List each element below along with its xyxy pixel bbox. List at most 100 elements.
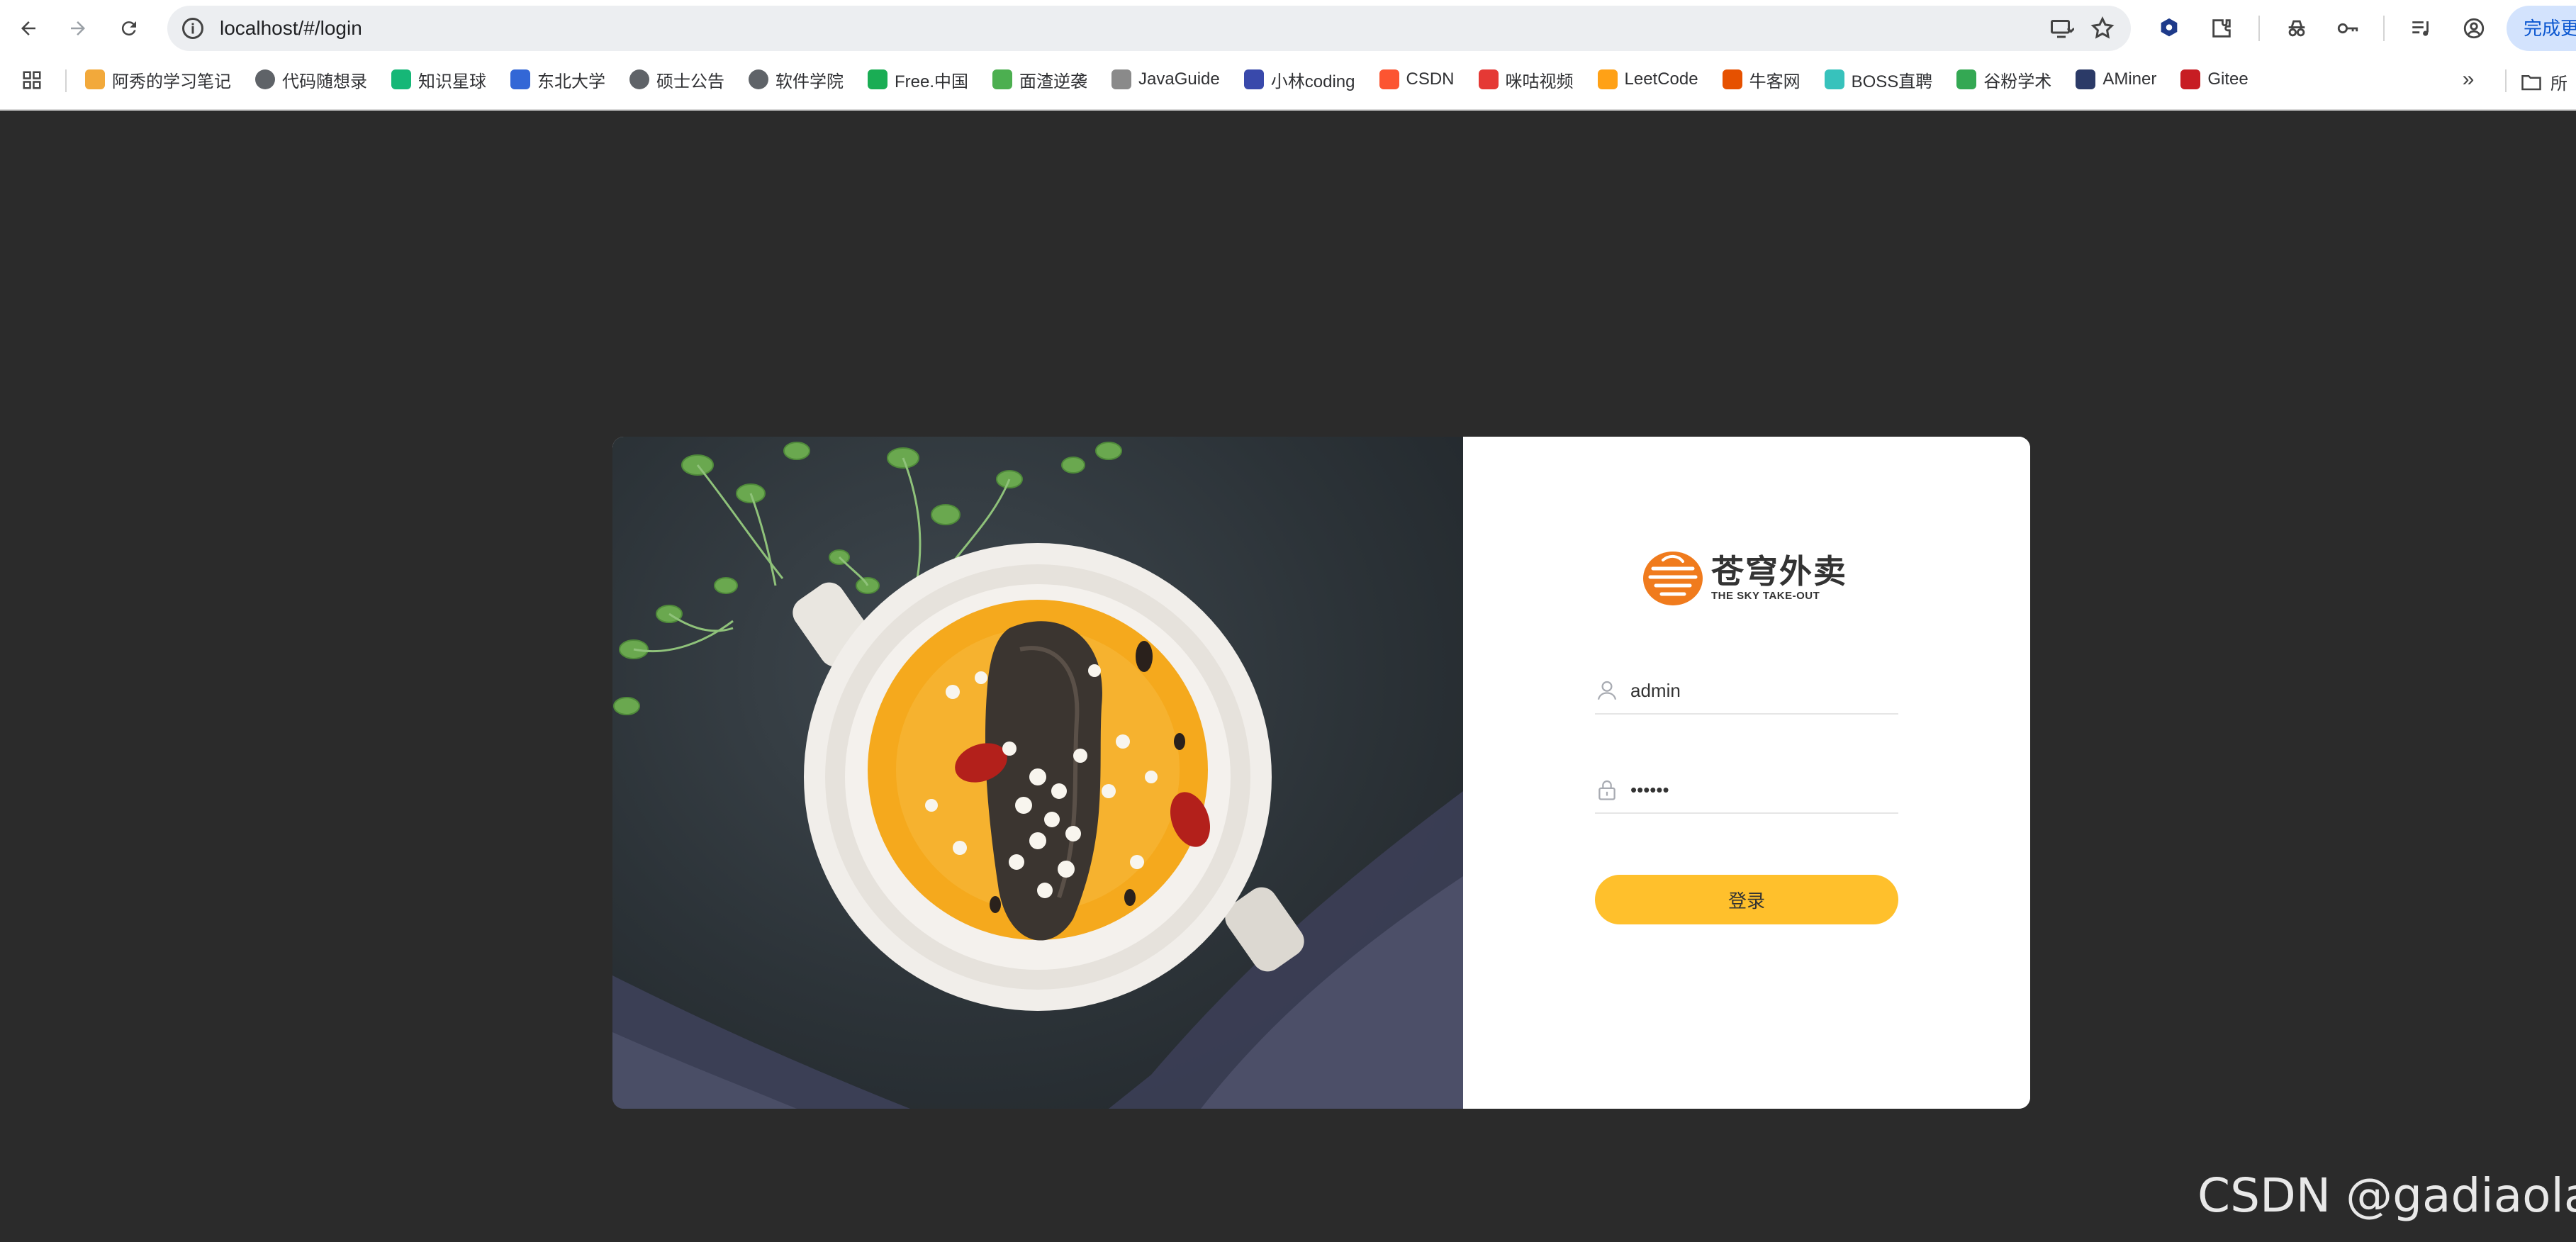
reload-button[interactable] <box>112 11 146 45</box>
guide-icon <box>1111 69 1132 89</box>
puzzle-icon <box>2212 19 2231 38</box>
update-button[interactable]: 完成更 <box>2507 6 2576 51</box>
bookmark-label: 牛客网 <box>1749 72 1801 91</box>
avatar-icon <box>992 69 1013 89</box>
apps-grid-icon[interactable] <box>21 69 43 91</box>
login-form-pane: 苍穹外卖 THE SKY TAKE-OUT 登录 <box>1463 437 2030 1109</box>
url-text[interactable]: localhost/#/login <box>220 6 362 51</box>
more-bookmarks-button[interactable]: » <box>2455 67 2481 92</box>
password-input[interactable] <box>1630 776 1893 804</box>
browser-chrome: localhost/#/login 完成更 阿秀的学习笔记 代码随想录 知识星球 东北… <box>0 0 2576 111</box>
bookmark-item[interactable]: 软件学院 <box>749 60 844 99</box>
globe-icon <box>629 69 649 89</box>
password-manager-button[interactable] <box>2334 14 2362 43</box>
migu-icon <box>1478 69 1499 89</box>
boss-icon <box>1824 69 1844 89</box>
brand-logo: 苍穹外卖 THE SKY TAKE-OUT <box>1642 550 1847 607</box>
media-control-button[interactable] <box>2407 14 2436 43</box>
bookmark-label: 硕士公告 <box>656 72 724 91</box>
back-button[interactable] <box>11 11 45 45</box>
bookmark-label: JavaGuide <box>1138 69 1220 89</box>
bookmark-label: 谷粉学术 <box>1983 72 2052 91</box>
bookmark-label: CSDN <box>1406 69 1455 89</box>
soup-bowl-image <box>612 442 1463 1109</box>
site-info-icon[interactable] <box>180 16 206 41</box>
bookmark-label: 阿秀的学习笔记 <box>112 72 231 91</box>
csdn-icon <box>1379 69 1399 89</box>
toolbar-divider <box>2383 16 2385 41</box>
free-icon <box>868 69 887 89</box>
bookmark-item[interactable]: 小林coding <box>1243 60 1355 99</box>
gitee-icon <box>2180 69 2201 89</box>
ring-icon <box>391 69 411 89</box>
bookmark-label: AMiner <box>2102 69 2157 89</box>
person-icon <box>85 69 105 89</box>
playlist-icon <box>2412 21 2429 36</box>
bookmark-item[interactable]: 代码随想录 <box>255 60 367 99</box>
bookmark-item[interactable]: Free.中国 <box>868 60 968 99</box>
sky-takeout-logo-icon <box>1643 552 1703 605</box>
forward-button[interactable] <box>61 11 95 45</box>
profile-icon <box>2463 18 2485 39</box>
arrow-right-icon <box>71 21 85 35</box>
user-icon <box>1597 681 1617 700</box>
avatar-icon <box>1243 69 1264 89</box>
extension-hexagon-button[interactable] <box>2155 14 2183 43</box>
bookmark-item[interactable]: AMiner <box>2076 60 2156 99</box>
bookmarks-divider <box>2505 69 2507 92</box>
bookmark-label: 小林coding <box>1270 72 1355 91</box>
folder-label: 所 <box>2550 74 2567 94</box>
install-app-icon[interactable] <box>2049 16 2074 41</box>
nowcoder-icon <box>1722 69 1742 89</box>
incognito-icon <box>2288 20 2305 37</box>
bookmark-label: 知识星球 <box>418 72 486 91</box>
bookmark-label: 代码随想录 <box>282 72 367 91</box>
arrow-left-icon <box>21 21 35 35</box>
all-bookmarks-folder[interactable]: 所 <box>2521 69 2567 94</box>
login-button[interactable]: 登录 <box>1595 875 1898 924</box>
brand-text: 苍穹外卖 THE SKY TAKE-OUT <box>1711 554 1847 603</box>
extensions-button[interactable] <box>2207 14 2236 43</box>
bookmark-label: 咪咕视频 <box>1505 72 1574 91</box>
bookmark-item[interactable]: 硕士公告 <box>629 60 724 99</box>
bookmark-item[interactable]: BOSS直聘 <box>1824 60 1933 99</box>
bookmark-label: 软件学院 <box>775 72 844 91</box>
university-icon <box>510 69 530 89</box>
bookmark-item[interactable]: JavaGuide <box>1111 60 1220 99</box>
bookmark-list: 阿秀的学习笔记 代码随想录 知识星球 东北大学 硕士公告 软件学院 Free.中国 面渣逆袭 J… <box>85 60 2249 99</box>
globe-icon <box>749 69 768 89</box>
bookmark-item[interactable]: 谷粉学术 <box>1956 60 2051 99</box>
bookmark-label: LeetCode <box>1624 69 1698 89</box>
bookmark-item[interactable]: 咪咕视频 <box>1478 60 1574 99</box>
bookmarks-bar: 阿秀的学习笔记 代码随想录 知识星球 东北大学 硕士公告 软件学院 Free.中国 面渣逆袭 J… <box>0 60 2576 99</box>
star-icon[interactable] <box>2090 16 2115 41</box>
toolbar-divider <box>2258 16 2260 41</box>
leetcode-icon <box>1597 69 1618 89</box>
globe-icon <box>255 69 275 89</box>
bookmark-item[interactable]: CSDN <box>1379 60 1455 99</box>
bookmark-label: BOSS直聘 <box>1851 72 1933 91</box>
username-input[interactable] <box>1630 676 1893 705</box>
bookmark-item[interactable]: LeetCode <box>1597 60 1698 99</box>
bookmark-item[interactable]: 牛客网 <box>1722 60 1801 99</box>
food-photo <box>612 437 1463 1109</box>
key-icon <box>2337 23 2358 34</box>
brand-name-en: THE SKY TAKE-OUT <box>1711 590 1820 602</box>
bookmark-label: 面渣逆袭 <box>1019 72 1088 91</box>
bookmark-item[interactable]: 面渣逆袭 <box>992 60 1087 99</box>
bookmark-label: Free.中国 <box>895 72 969 91</box>
lock-icon <box>1598 780 1615 800</box>
browser-toolbar: localhost/#/login 完成更 <box>0 0 2576 57</box>
profile-button[interactable] <box>2460 14 2488 43</box>
address-bar[interactable]: localhost/#/login <box>167 6 2131 51</box>
bookmark-item[interactable]: 知识星球 <box>391 60 486 99</box>
bookmark-item[interactable]: Gitee <box>2180 60 2249 99</box>
folder-icon <box>2521 74 2541 90</box>
bookmark-item[interactable]: 阿秀的学习笔记 <box>85 60 231 99</box>
bookmark-item[interactable]: 东北大学 <box>510 60 605 99</box>
bookmark-label: Gitee <box>2207 69 2249 89</box>
incognito-button[interactable] <box>2283 14 2311 43</box>
login-card: 苍穹外卖 THE SKY TAKE-OUT 登录 <box>612 437 2030 1109</box>
aminer-icon <box>2076 69 2096 89</box>
reload-icon <box>121 21 136 36</box>
